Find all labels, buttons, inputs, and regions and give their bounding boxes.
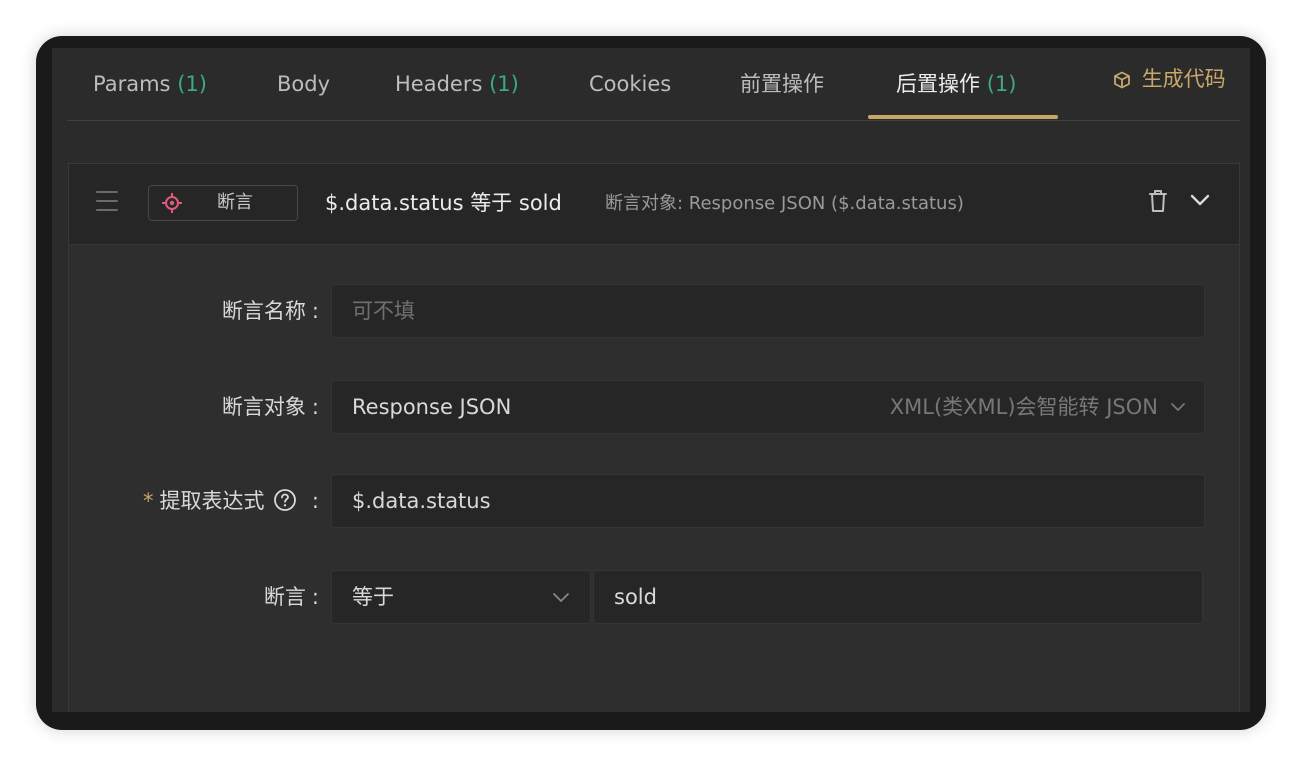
extract-expression-label: * 提取表达式 :	[143, 488, 319, 513]
active-tab-indicator	[868, 115, 1058, 119]
tab-cookies[interactable]: Cookies	[589, 68, 671, 100]
tab-count: (1)	[177, 72, 207, 96]
help-icon[interactable]	[273, 488, 297, 512]
tab-body[interactable]: Body	[277, 68, 330, 100]
required-mark: *	[143, 489, 154, 513]
generate-code-label: 生成代码	[1141, 67, 1226, 91]
assertion-card-header[interactable]: 断言 $.data.status 等于 sold 断言对象: Response …	[69, 163, 1239, 245]
assertion-expected-input[interactable]: sold	[593, 570, 1203, 624]
tab-label: Params	[93, 72, 171, 96]
tab-count: (1)	[489, 72, 519, 96]
assertion-operator-select[interactable]: 等于	[331, 570, 591, 624]
drag-handle-icon[interactable]	[96, 191, 118, 213]
assertion-name-placeholder: 可不填	[352, 299, 415, 323]
tab-pre-processors[interactable]: 前置操作	[740, 68, 824, 100]
crosshair-icon	[162, 193, 182, 213]
assertion-expected-value: sold	[614, 585, 657, 609]
tab-label: 前置操作	[740, 72, 824, 96]
assertion-card: 断言 $.data.status 等于 sold 断言对象: Response …	[68, 163, 1240, 712]
assertion-target-value: Response JSON	[352, 395, 512, 419]
extract-expression-input[interactable]: $.data.status	[331, 474, 1205, 528]
tab-params[interactable]: Params (1)	[93, 68, 207, 100]
assertion-operator-value: 等于	[352, 585, 394, 609]
assertion-name-input[interactable]: 可不填	[331, 284, 1205, 338]
assertion-target-label: 断言对象:	[221, 395, 319, 419]
assertion-operator-label: 断言:	[263, 585, 319, 609]
chevron-down-icon[interactable]	[1189, 192, 1211, 208]
post-processor-panel: Params (1) Body Headers (1) Cookies 前置操作…	[52, 48, 1250, 712]
tab-label: Body	[277, 72, 331, 96]
assertion-target-hint: XML(类XML)会智能转 JSON	[889, 395, 1158, 419]
trash-icon[interactable]	[1147, 188, 1169, 214]
chevron-down-icon	[1171, 403, 1185, 411]
tabs-divider	[67, 120, 1240, 121]
assertion-title: $.data.status 等于 sold	[325, 191, 562, 215]
tab-count: (1)	[986, 72, 1017, 96]
cube-icon	[1114, 71, 1130, 89]
tab-headers[interactable]: Headers (1)	[395, 68, 519, 100]
chevron-down-icon	[553, 593, 569, 602]
assertion-name-label: 断言名称:	[221, 299, 319, 323]
assertion-subtitle: 断言对象: Response JSON ($.data.status)	[605, 193, 964, 214]
tab-post-processors[interactable]: 后置操作 (1)	[896, 68, 1016, 100]
extract-expression-value: $.data.status	[352, 489, 491, 513]
tab-label: Cookies	[589, 72, 672, 96]
generate-code-button[interactable]: 生成代码	[1113, 63, 1226, 95]
tab-label: Headers	[395, 72, 483, 96]
assertion-type-label: 断言	[217, 192, 253, 213]
assertion-type-badge: 断言	[148, 185, 298, 221]
tab-label: 后置操作	[896, 72, 980, 96]
request-tabs: Params (1) Body Headers (1) Cookies 前置操作…	[52, 48, 1250, 121]
assertion-target-select[interactable]: Response JSON XML(类XML)会智能转 JSON	[331, 380, 1205, 434]
